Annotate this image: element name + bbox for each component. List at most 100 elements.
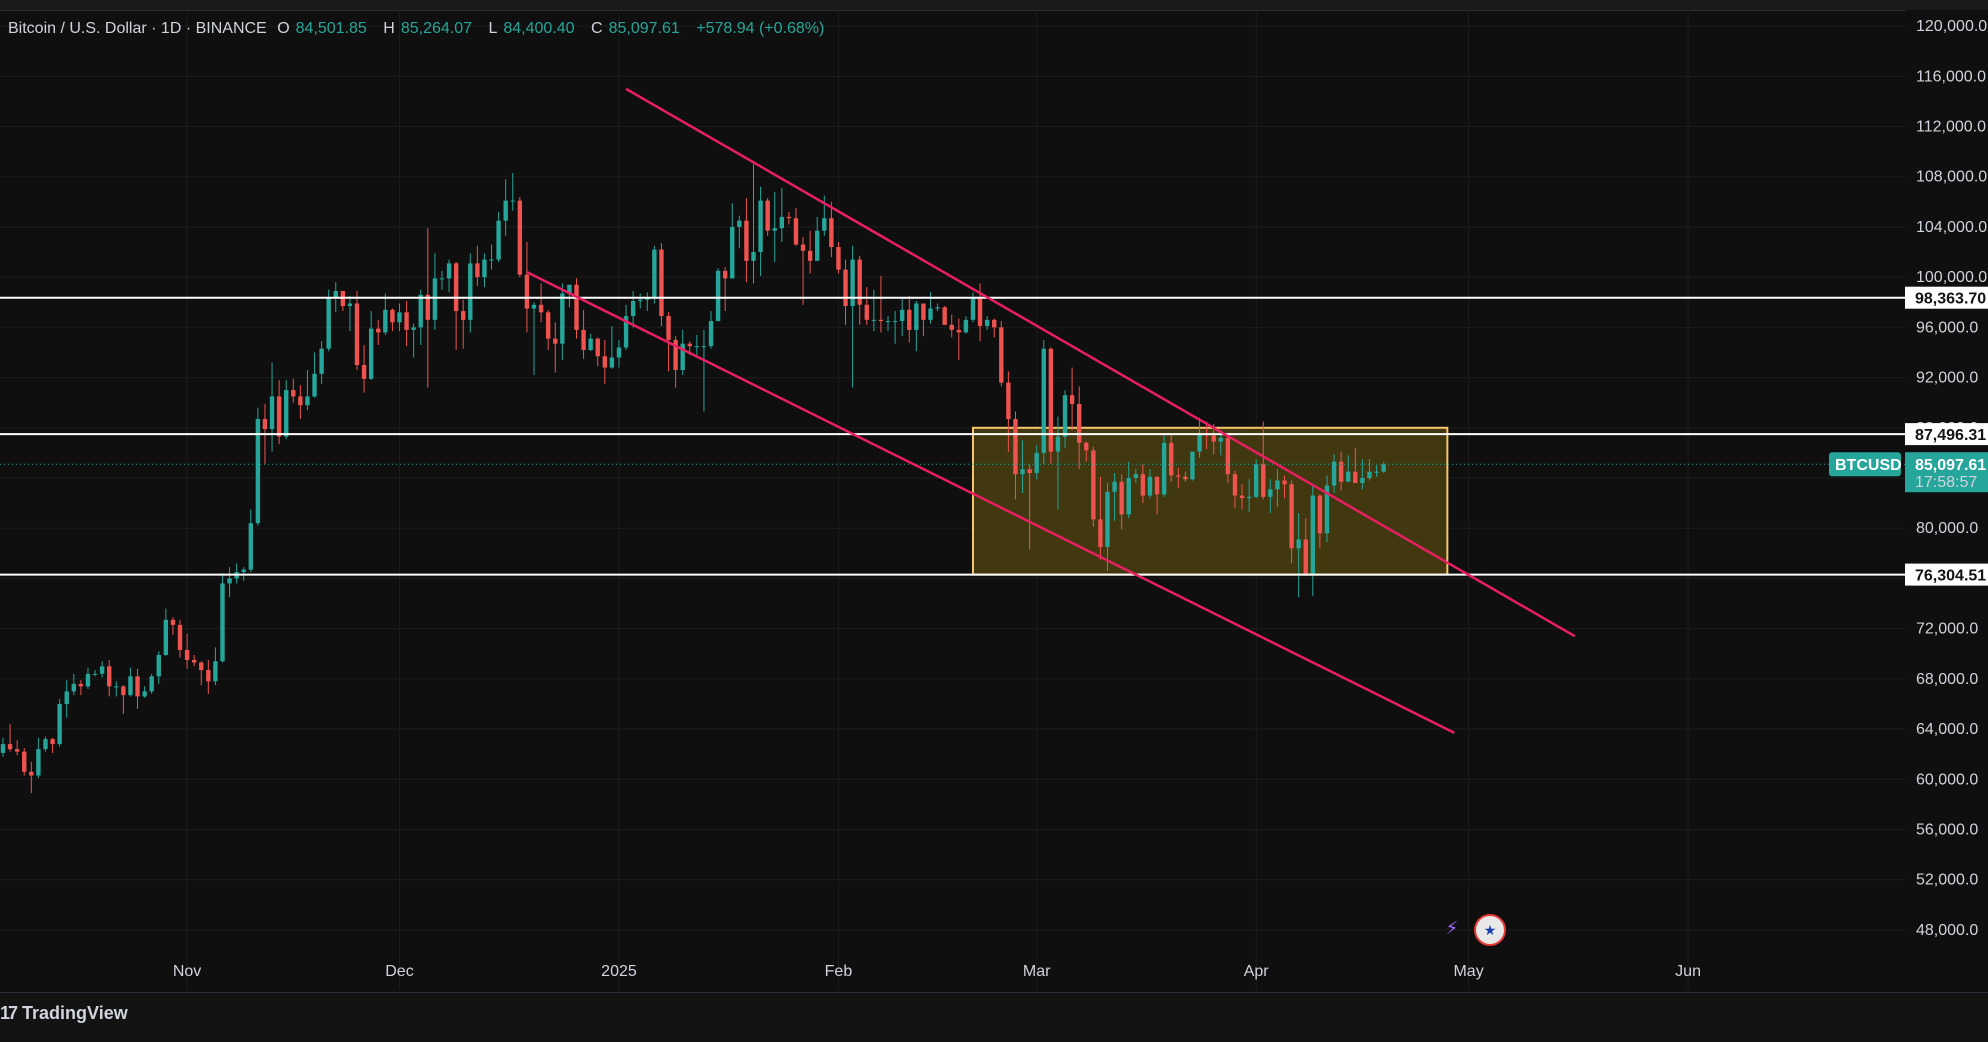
candle-down: [538, 304, 544, 313]
candle-up: [248, 523, 254, 570]
candle-up: [815, 230, 820, 261]
candle-down: [807, 250, 813, 261]
candle-down: [595, 338, 600, 357]
candle-up: [899, 309, 905, 322]
brand-name: TradingView: [22, 1003, 128, 1023]
candle-down: [659, 249, 664, 317]
candle-up: [489, 259, 494, 261]
candle-down: [1176, 475, 1181, 477]
candle-up: [1147, 476, 1153, 496]
candle-down: [453, 263, 459, 312]
candle-up: [1346, 471, 1351, 482]
candle-down: [1169, 442, 1174, 476]
time-axis[interactable]: Nov Dec 2025 Feb Mar Apr May Jun: [173, 963, 1701, 980]
candle-up: [92, 673, 98, 675]
time-tick-label: Nov: [173, 963, 201, 980]
candle-down: [829, 218, 834, 248]
candle-up: [1268, 489, 1273, 497]
us-flag-icon[interactable]: ★: [1474, 914, 1506, 946]
price-tick-label: 104,000.0: [1916, 219, 1987, 236]
candle-down: [475, 263, 480, 278]
lightning-icon[interactable]: ⚡: [1438, 914, 1466, 942]
candle-down: [1027, 469, 1032, 473]
candle-down: [1084, 442, 1089, 451]
candle-up: [737, 220, 742, 227]
low-value: 84,400.40: [503, 20, 575, 37]
candle-up: [1034, 452, 1039, 473]
candle-up: [1161, 442, 1167, 495]
candle-up: [305, 396, 310, 406]
candle-down: [907, 309, 912, 330]
price-chart[interactable]: 48,000.0 52,000.0 56,000.0 60,000.0 64,000.0…: [0, 0, 1988, 992]
price-tick-label: 48,000.0: [1916, 922, 1978, 939]
candle-up: [397, 312, 402, 323]
candle-up: [652, 249, 657, 299]
candle-down: [1317, 495, 1323, 534]
price-axis[interactable]: 48,000.0 52,000.0 56,000.0 60,000.0 64,000.0…: [1829, 10, 1988, 992]
candle-up: [772, 228, 777, 231]
candle-down: [1211, 435, 1216, 442]
high-value: 85,264.07: [400, 20, 473, 37]
candle-up: [0, 744, 6, 753]
candle-up: [368, 328, 374, 379]
symbol-legend: Bitcoin / U.S. Dollar · 1D · BINANCE O 84…: [8, 20, 830, 38]
candle-up: [1190, 451, 1195, 480]
candle-up: [468, 263, 473, 320]
price-tick-label: 52,000.0: [1916, 872, 1978, 889]
candle-up: [163, 619, 169, 655]
candle-up: [1055, 436, 1061, 452]
price-tick-label: 92,000.0: [1916, 370, 1978, 387]
candle-up: [1360, 478, 1365, 484]
time-tick-label: Jun: [1675, 963, 1701, 980]
candle-up: [326, 298, 331, 349]
candle-down: [1013, 419, 1018, 475]
candle-up: [1126, 478, 1131, 515]
price-tick-label: 56,000.0: [1916, 821, 1978, 838]
candle-up: [64, 691, 69, 704]
candle-up: [482, 259, 487, 278]
candle-down: [1098, 519, 1103, 548]
candle-up: [1218, 437, 1223, 442]
candle-up: [43, 739, 48, 750]
candle-down: [977, 298, 983, 327]
candle-down: [170, 619, 176, 625]
candle-up: [701, 346, 707, 348]
candle-up: [383, 309, 388, 333]
price-axis-bg: [1905, 10, 1988, 992]
candle-down: [800, 244, 806, 251]
candle-up: [638, 299, 643, 302]
candle-down: [1006, 382, 1011, 420]
candle-up: [432, 278, 438, 320]
candle-down: [177, 624, 183, 650]
candle-down: [942, 307, 947, 325]
candle-up: [269, 396, 275, 430]
candle-down: [765, 200, 770, 231]
tradingview-logo[interactable]: 17 TradingView: [0, 1003, 128, 1024]
candle-down: [107, 666, 112, 687]
candle-up: [71, 683, 76, 692]
close-key: C: [591, 20, 603, 37]
time-tick-label: Dec: [385, 963, 413, 980]
candle-down: [602, 356, 608, 368]
candle-up: [1133, 474, 1139, 478]
candle-down: [135, 676, 140, 697]
candle-down: [524, 274, 530, 309]
candle-up: [319, 348, 324, 374]
candle-down: [1338, 461, 1344, 482]
candle-up: [418, 294, 423, 328]
candle-down: [722, 270, 728, 279]
candle-up: [616, 347, 622, 358]
candle-down: [1069, 395, 1075, 404]
candle-up: [1367, 471, 1372, 478]
footer-bar: [0, 992, 1988, 1042]
countdown-label: 17:58:57: [1915, 474, 1977, 491]
candle-up: [510, 200, 515, 202]
candle-down: [1353, 471, 1358, 484]
price-tick-label: 100,000.0: [1916, 269, 1987, 286]
price-tick-label: 60,000.0: [1916, 771, 1978, 788]
candle-up: [99, 666, 105, 674]
candle-up: [758, 200, 763, 253]
candle-down: [461, 311, 466, 320]
current-price-label: 85,097.61: [1915, 457, 1986, 474]
candle-down: [553, 338, 558, 344]
